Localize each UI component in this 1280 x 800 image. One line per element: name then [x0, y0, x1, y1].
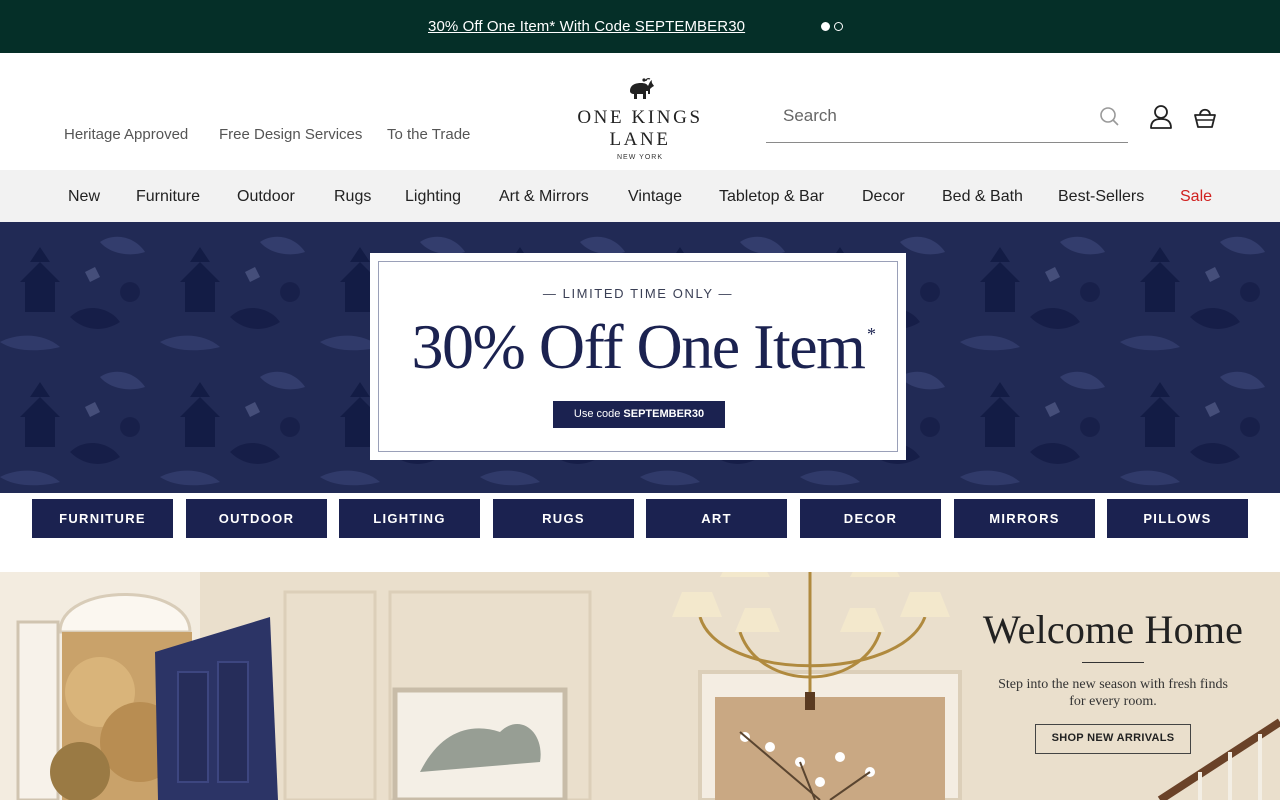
shop-new-arrivals-button[interactable]: SHOP NEW ARRIVALS [1035, 724, 1191, 754]
category-outdoor-button[interactable]: OUTDOOR [186, 499, 327, 538]
promo-code-badge: Use code SEPTEMBER30 [553, 401, 725, 428]
elephant-logo-icon [630, 78, 654, 99]
welcome-text: Step into the new season with fresh find… [998, 677, 1228, 709]
nav-outdoor[interactable]: Outdoor [237, 188, 295, 206]
category-furniture-button[interactable]: FURNITURE [32, 499, 173, 538]
nav-furniture[interactable]: Furniture [136, 188, 200, 206]
search-icon[interactable] [1099, 106, 1121, 128]
promo-code-prefix: Use code [573, 408, 624, 420]
promo-card[interactable]: — LIMITED TIME ONLY — 30% Off One Item *… [370, 253, 906, 460]
heritage-approved-link[interactable]: Heritage Approved [64, 126, 188, 143]
cart-icon[interactable] [1193, 105, 1217, 129]
nav-decor[interactable]: Decor [862, 188, 905, 206]
promo-dot-1[interactable] [821, 22, 830, 31]
promo-link[interactable]: 30% Off One Item* With Code SEPTEMBER30 [428, 18, 745, 35]
nav-rugs[interactable]: Rugs [334, 188, 371, 206]
search-bar [766, 93, 1128, 143]
nav-new[interactable]: New [68, 188, 100, 206]
category-rugs-button[interactable]: RUGS [493, 499, 634, 538]
nav-sale[interactable]: Sale [1180, 188, 1212, 206]
main-nav: New Furniture Outdoor Rugs Lighting Art … [0, 170, 1280, 222]
search-input[interactable] [766, 101, 1086, 131]
category-decor-button[interactable]: DECOR [800, 499, 941, 538]
site-header: Heritage Approved Free Design Services T… [0, 53, 1280, 170]
limited-time-label: — LIMITED TIME ONLY — [542, 286, 734, 301]
promo-dot-2[interactable] [834, 22, 843, 31]
promo-card-border: — LIMITED TIME ONLY — 30% Off One Item *… [378, 261, 898, 452]
hero-banner: — LIMITED TIME ONLY — 30% Off One Item *… [0, 222, 1280, 493]
promo-bar: 30% Off One Item* With Code SEPTEMBER30 [0, 0, 1280, 53]
free-design-services-link[interactable]: Free Design Services [219, 126, 362, 143]
nav-best-sellers[interactable]: Best-Sellers [1058, 188, 1144, 206]
category-mirrors-button[interactable]: MIRRORS [954, 499, 1095, 538]
nav-lighting[interactable]: Lighting [405, 188, 461, 206]
promo-headline: 30% Off One Item [411, 311, 866, 382]
category-art-button[interactable]: ART [646, 499, 787, 538]
to-the-trade-link[interactable]: To the Trade [387, 126, 470, 143]
nav-vintage[interactable]: Vintage [628, 188, 682, 206]
nav-art-mirrors[interactable]: Art & Mirrors [499, 188, 589, 206]
account-icon[interactable] [1149, 104, 1173, 130]
category-lighting-button[interactable]: LIGHTING [339, 499, 480, 538]
welcome-banner[interactable]: Welcome Home Step into the new season wi… [0, 572, 1280, 800]
welcome-title: Welcome Home [982, 607, 1244, 652]
logo-name: ONE KINGS LANE [577, 107, 703, 150]
nav-bed-bath[interactable]: Bed & Bath [942, 188, 1023, 206]
category-pillows-button[interactable]: PILLOWS [1107, 499, 1248, 538]
logo-subtitle: NEW YORK [617, 154, 663, 161]
welcome-divider [1082, 662, 1144, 663]
promo-asterisk: * [867, 324, 876, 344]
nav-tabletop-bar[interactable]: Tabletop & Bar [719, 188, 824, 206]
site-logo[interactable]: ONE KINGS LANE NEW YORK [545, 77, 735, 161]
promo-code: SEPTEMBER30 [623, 408, 705, 420]
